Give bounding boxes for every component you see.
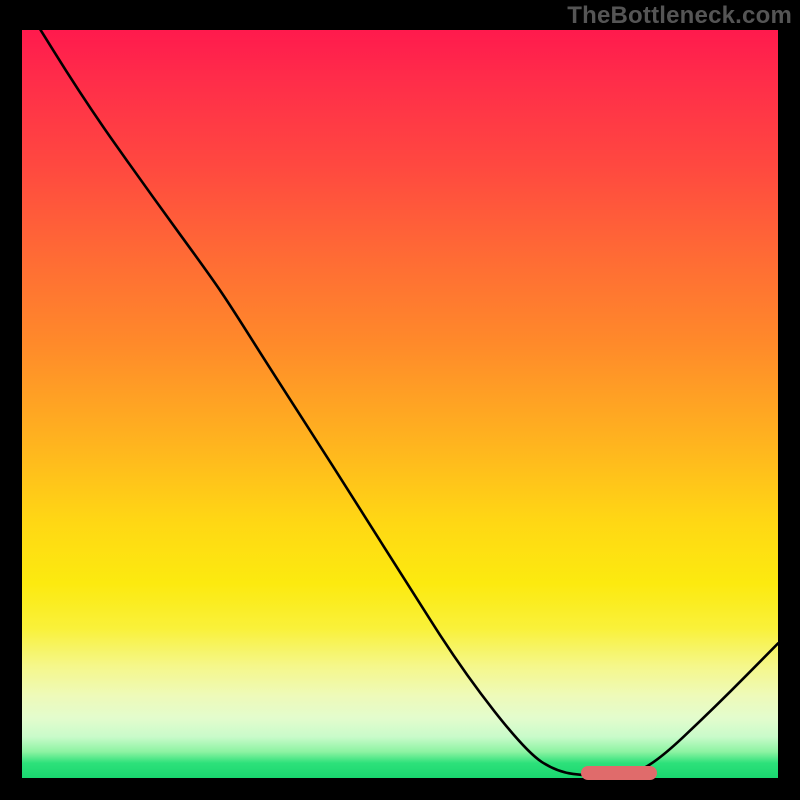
bottleneck-curve: [22, 30, 778, 776]
chart-stage: TheBottleneck.com: [0, 0, 800, 800]
plot-area: [22, 30, 778, 778]
watermark-text: TheBottleneck.com: [567, 2, 792, 30]
optimum-marker: [581, 766, 657, 780]
curve-svg: [22, 30, 778, 778]
